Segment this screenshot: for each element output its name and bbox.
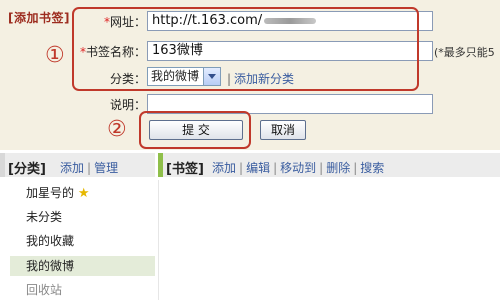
divider: | (319, 161, 324, 175)
divider: | (353, 161, 358, 175)
callout-number-2: ② (107, 117, 127, 142)
divider: | (87, 161, 92, 175)
list-item-label: 未分类 (26, 210, 63, 224)
bookmarks-title: [书签] (166, 162, 204, 177)
list-item-label: 回收站 (26, 283, 63, 297)
bookmarks-search-link[interactable]: 搜索 (360, 161, 384, 175)
bookmarks-delete-link[interactable]: 删除 (326, 161, 350, 175)
highlight-box-submit (139, 111, 251, 149)
callout-number-1: ① (45, 43, 65, 68)
category-item-my-weibo[interactable]: 我的微博 (10, 256, 155, 276)
bookmarks-header: [书签] 添加 | 编辑 | 移动到 | 删除 | 搜索 (158, 153, 500, 177)
add-bookmark-form: [添加书签] *网址： http://t.163.com/ *书签名称： 163… (0, 0, 500, 150)
categories-manage-link[interactable]: 管理 (94, 161, 118, 175)
categories-add-link[interactable]: 添加 (60, 161, 84, 175)
list-item-label: 我的收藏 (26, 234, 75, 248)
categories-actions: 添加 | 管理 (60, 159, 118, 176)
category-item-favorites[interactable]: 我的收藏 (10, 231, 155, 251)
divider: | (239, 161, 244, 175)
bookmarks-move-link[interactable]: 移动到 (280, 161, 316, 175)
star-icon: ★ (77, 186, 90, 201)
description-label: 说明： (109, 98, 146, 112)
category-item-uncategorized[interactable]: 未分类 (10, 207, 155, 227)
list-item-label: 加星号的 (26, 186, 75, 200)
categories-header: [分类] 添加 | 管理 (0, 153, 155, 177)
category-item-trash[interactable]: 回收站 (10, 280, 155, 300)
divider: | (273, 161, 278, 175)
form-title: [添加书签] (8, 11, 70, 25)
categories-title: [分类] (8, 162, 46, 177)
list-item-label: 我的微博 (26, 259, 75, 273)
bookmarks-actions: 添加 | 编辑 | 移动到 | 删除 | 搜索 (212, 159, 384, 176)
highlight-box-fields (72, 7, 419, 91)
header-accent-bar (0, 153, 5, 177)
name-length-hint: (*最多只能5 (434, 46, 495, 59)
bookmarks-add-link[interactable]: 添加 (212, 161, 236, 175)
category-item-starred[interactable]: 加星号的 ★ (10, 183, 155, 203)
cancel-button[interactable]: 取消 (260, 120, 306, 140)
bookmarks-edit-link[interactable]: 编辑 (246, 161, 270, 175)
header-accent-bar (158, 153, 163, 177)
bookmarks-list-area (158, 180, 500, 300)
